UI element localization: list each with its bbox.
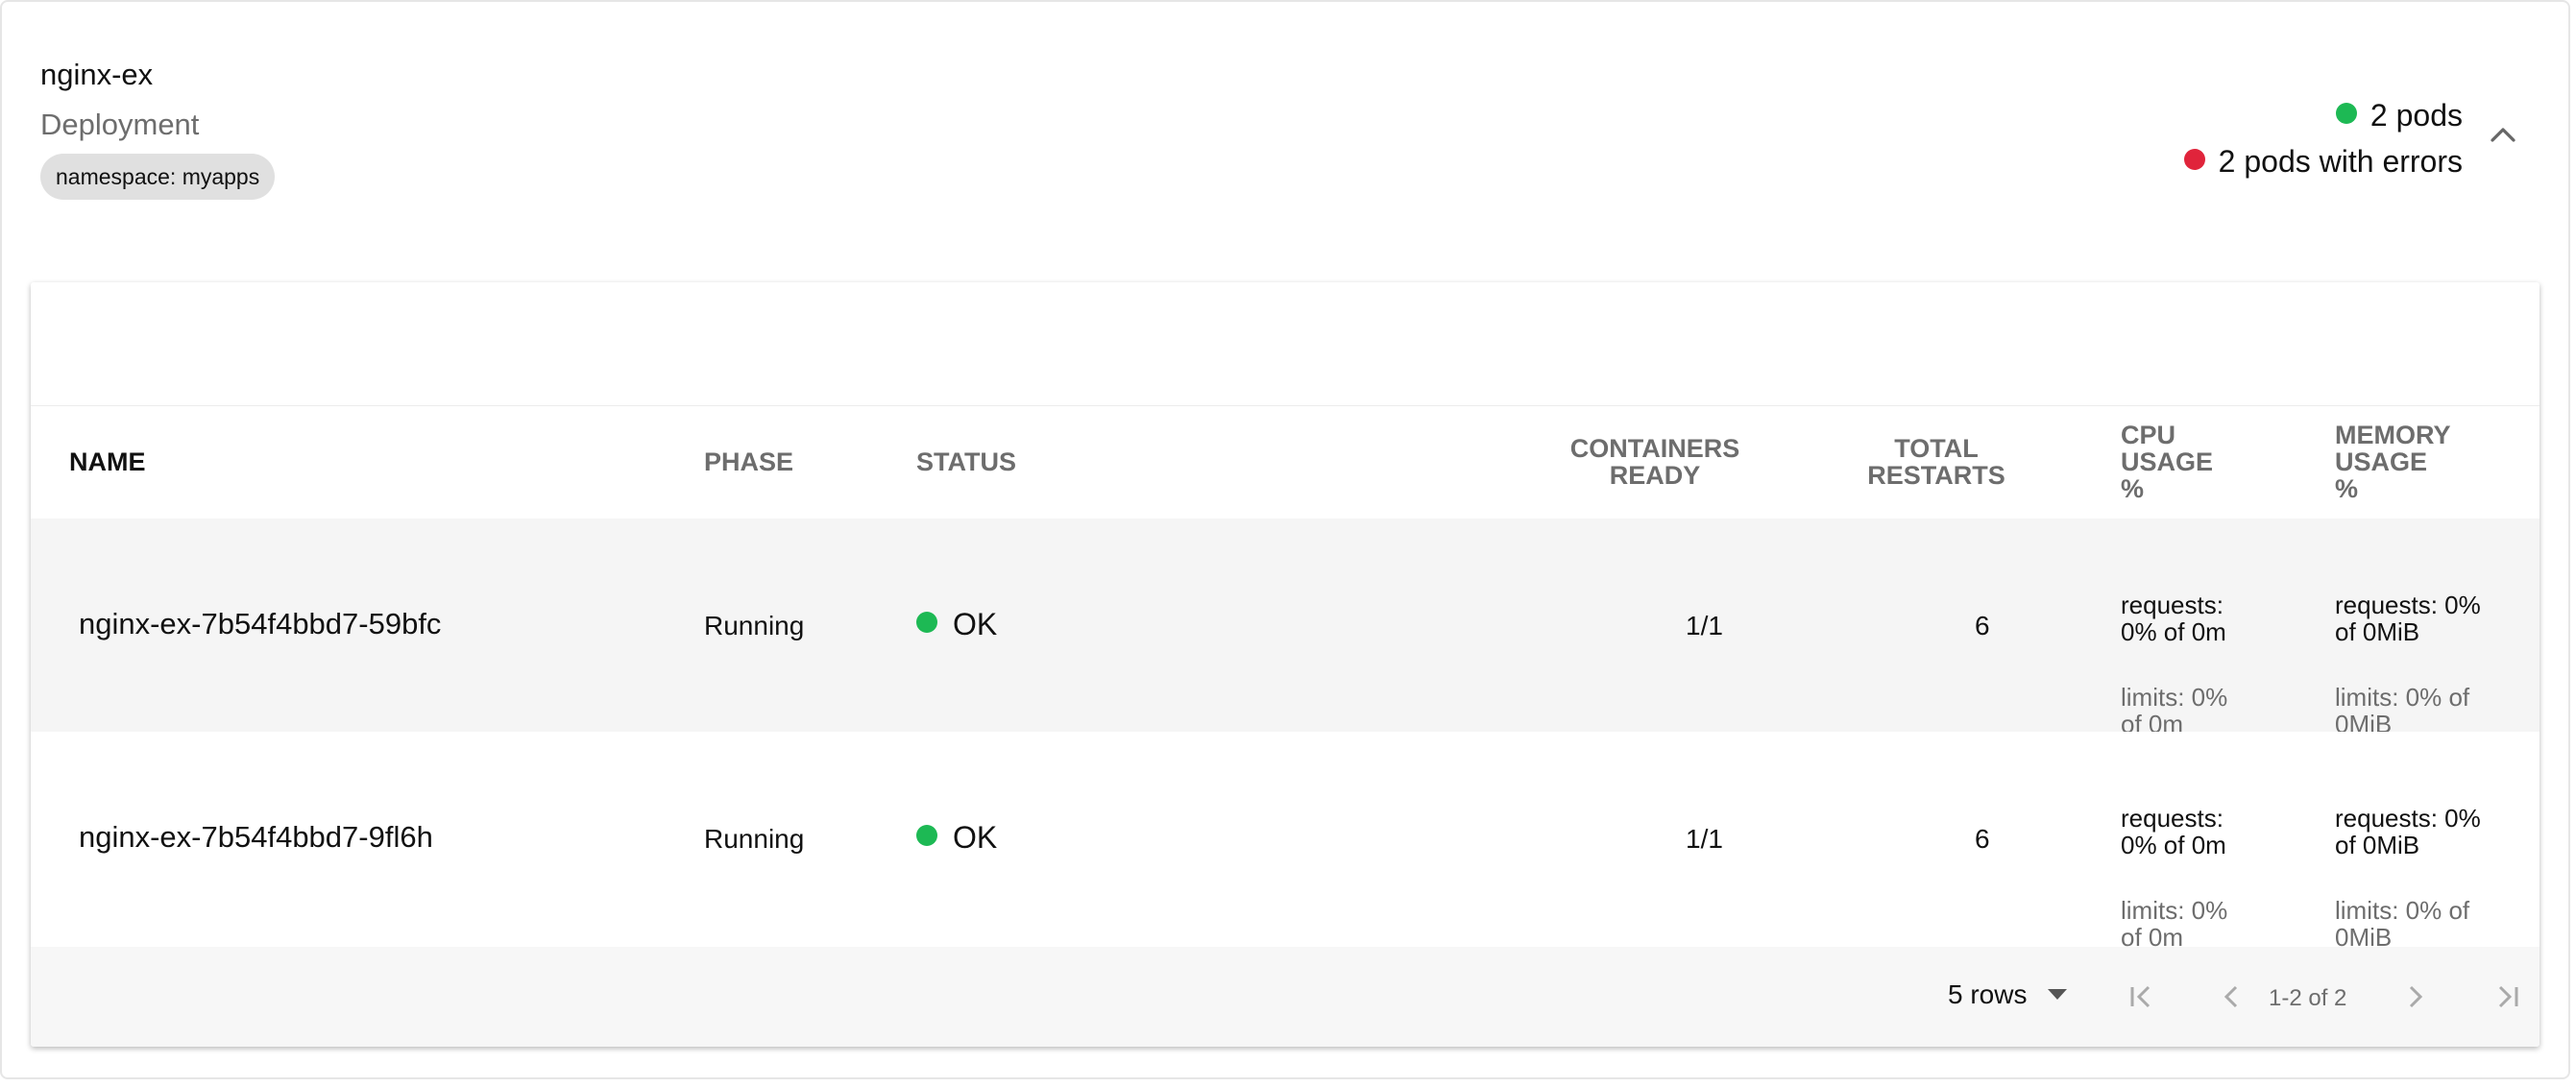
- column-header-memory-usage[interactable]: MEMORY USAGE %: [2335, 422, 2451, 502]
- table-row[interactable]: nginx-ex-7b54f4bbd7-9fl6h Running OK 1/1…: [31, 732, 2540, 951]
- pod-status: OK: [916, 607, 997, 642]
- column-header-containers-ready[interactable]: CONTAINERS READY: [1564, 435, 1746, 489]
- first-page-icon: [2130, 985, 2151, 1008]
- pod-total-restarts: 6: [1975, 824, 1990, 854]
- table-row[interactable]: nginx-ex-7b54f4bbd7-59bfc Running OK 1/1…: [31, 519, 2540, 737]
- table-header: NAME PHASE STATUS CONTAINERS READY TOTAL…: [31, 405, 2540, 519]
- deployment-name: nginx-ex: [40, 58, 154, 91]
- pods-summary: 2 pods 2 pods with errors: [2183, 92, 2463, 184]
- pod-containers-ready: 1/1: [1686, 824, 1723, 854]
- memory-limits: limits: 0% of 0MiB: [2335, 683, 2470, 738]
- cpu-limits: limits: 0% of 0m: [2121, 896, 2228, 952]
- status-ok-dot-icon: [916, 612, 937, 633]
- column-header-cpu-usage[interactable]: CPU USAGE %: [2121, 422, 2213, 502]
- collapse-button[interactable]: [2484, 115, 2522, 154]
- status-ok-dot-icon: [916, 825, 937, 846]
- column-header-name[interactable]: NAME: [69, 448, 146, 475]
- rows-per-page-select[interactable]: 5 rows: [1948, 979, 2068, 1010]
- last-page-icon: [2498, 985, 2518, 1008]
- next-page-button[interactable]: [2394, 976, 2436, 1018]
- deployment-card: nginx-ex Deployment namespace: myapps 2 …: [0, 0, 2570, 1079]
- last-page-button[interactable]: [2486, 976, 2528, 1018]
- rows-per-page-value: 5 rows: [1948, 979, 2028, 1009]
- pods-error-line: 2 pods with errors: [2183, 138, 2463, 184]
- previous-page-button[interactable]: [2211, 976, 2253, 1018]
- status-ok-dot-icon: [2335, 103, 2357, 124]
- pod-containers-ready: 1/1: [1686, 611, 1723, 640]
- pod-status-label: OK: [953, 607, 998, 641]
- caret-down-icon: [2048, 989, 2068, 1000]
- pod-status-label: OK: [953, 820, 998, 855]
- column-header-phase[interactable]: PHASE: [704, 448, 793, 475]
- memory-requests: requests: 0% of 0MiB: [2335, 591, 2481, 646]
- page-range: 1-2 of 2: [2269, 985, 2347, 1011]
- first-page-button[interactable]: [2121, 976, 2163, 1018]
- column-header-status[interactable]: STATUS: [916, 448, 1016, 475]
- chevron-up-icon: [2491, 128, 2515, 142]
- deployment-kind: Deployment: [40, 108, 200, 141]
- memory-requests: requests: 0% of 0MiB: [2335, 804, 2481, 859]
- pod-name[interactable]: nginx-ex-7b54f4bbd7-9fl6h: [79, 820, 433, 855]
- pods-ok-count: 2 pods: [2369, 98, 2463, 133]
- pods-table: NAME PHASE STATUS CONTAINERS READY TOTAL…: [31, 282, 2540, 1047]
- chevron-left-icon: [2224, 985, 2238, 1008]
- pod-total-restarts: 6: [1975, 611, 1990, 640]
- cpu-requests: requests: 0% of 0m: [2121, 804, 2226, 859]
- cpu-requests: requests: 0% of 0m: [2121, 591, 2226, 646]
- pod-phase: Running: [704, 611, 805, 640]
- pods-ok-line: 2 pods: [2184, 92, 2463, 138]
- cpu-limits: limits: 0% of 0m: [2121, 683, 2228, 738]
- status-error-dot-icon: [2183, 149, 2205, 170]
- pods-error-count: 2 pods with errors: [2218, 144, 2463, 179]
- memory-limits: limits: 0% of 0MiB: [2335, 896, 2470, 952]
- namespace-chip: namespace: myapps: [40, 154, 276, 200]
- pod-name[interactable]: nginx-ex-7b54f4bbd7-59bfc: [79, 607, 441, 641]
- pod-status: OK: [916, 820, 997, 856]
- table-pagination: 5 rows 1-2 of 2: [31, 947, 2540, 1047]
- column-header-total-restarts[interactable]: TOTAL RESTARTS: [1850, 435, 2023, 489]
- chevron-right-icon: [2409, 985, 2423, 1008]
- pod-phase: Running: [704, 824, 805, 854]
- table-toolbar: [31, 282, 2540, 406]
